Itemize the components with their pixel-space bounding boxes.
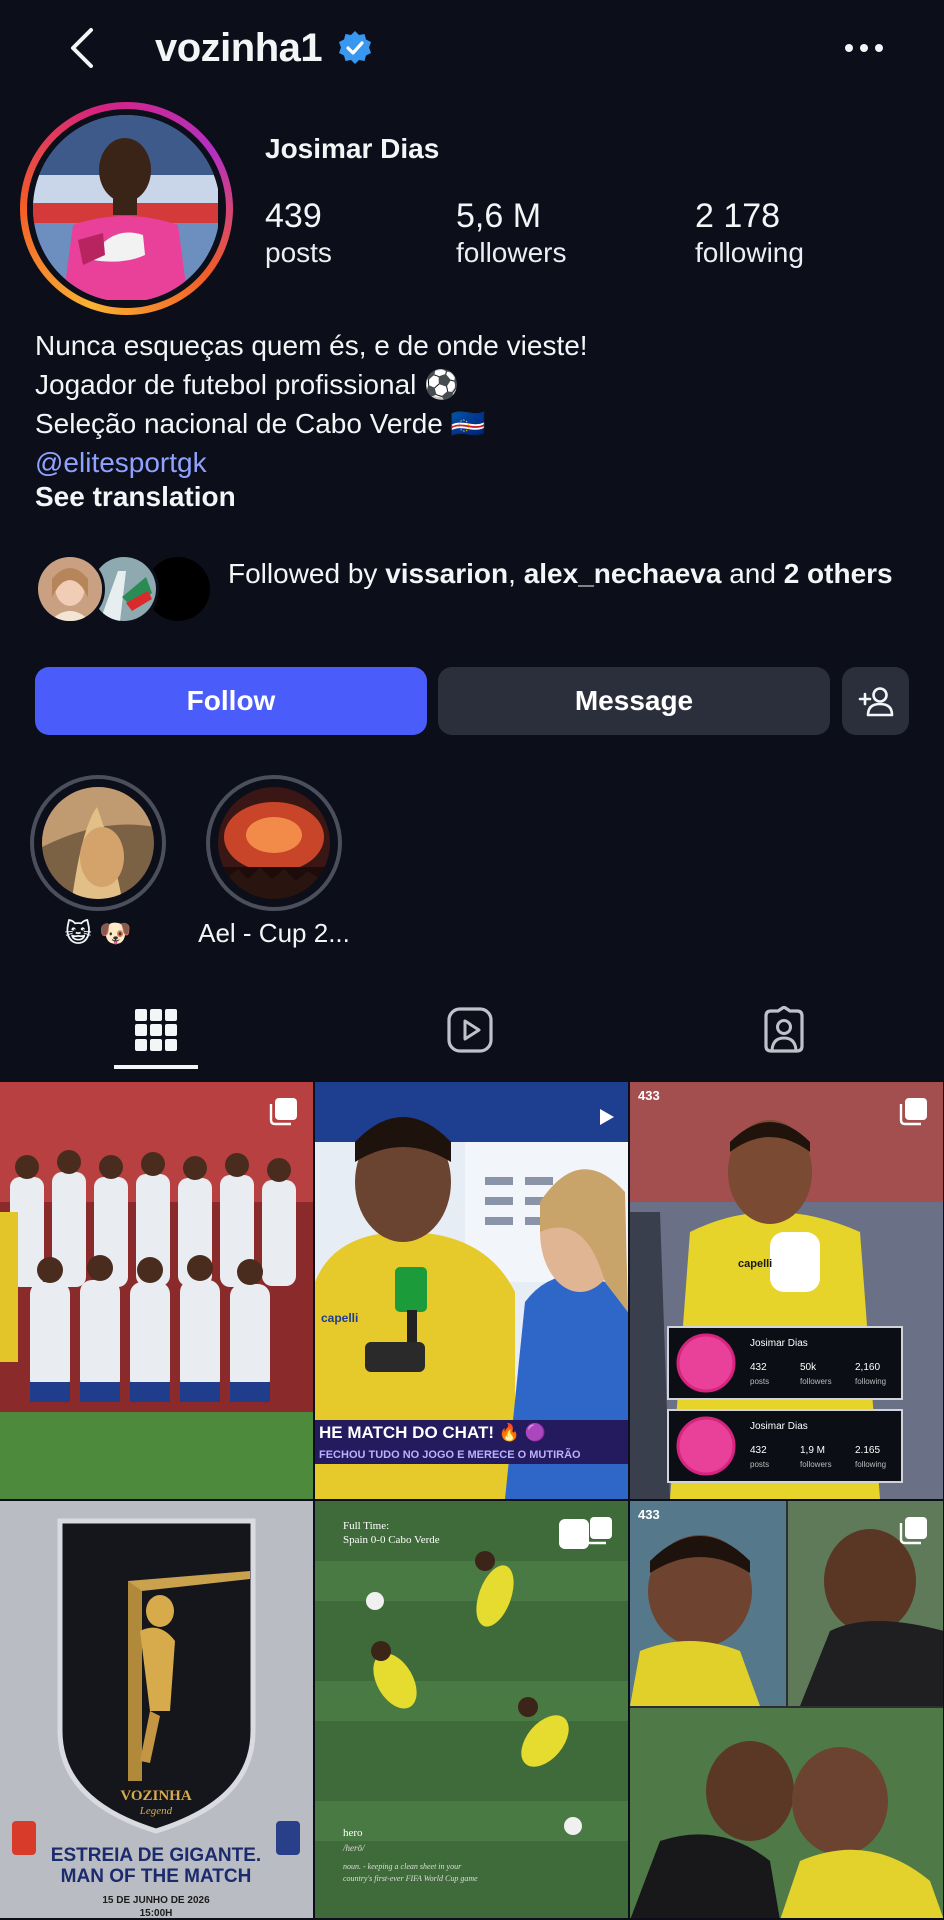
profile-avatar-story-ring[interactable] [20,102,233,315]
bio-mention-link[interactable]: @elitesportgk [35,443,588,482]
post-thumbnail[interactable]: 433 capelli Josimar Dias 432 50k 2,160 p… [630,1082,943,1499]
mutual-followers-others[interactable]: 2 others [784,558,893,589]
card-label: posts [750,1460,769,1469]
verified-badge-icon [339,31,371,64]
poster-subtitle: MAN OF THE MATCH [61,1866,252,1887]
profile-bio: Nunca esqueças quem és, e de onde vieste… [35,326,588,482]
card-posts: 432 [750,1445,767,1456]
follower-avatar [35,554,105,624]
posts-count: 439 [265,197,322,235]
stats-card: Josimar Dias 432 50k 2,160 posts followe… [667,1326,903,1400]
bio-line: Jogador de futebol profissional ⚽ [35,369,460,400]
card-following: 2,160 [855,1362,880,1373]
card-posts: 432 [750,1362,767,1373]
ellipsis-icon [845,44,883,52]
poster-title: ESTREIA DE GIGANTE. [51,1845,261,1866]
following-count: 2 178 [695,197,781,235]
followed-by-and: and [721,558,784,589]
poster-date: 15 DE JUNHO DE 2026 [102,1895,210,1906]
followed-by-separator: , [508,558,524,589]
mutual-follower-name[interactable]: alex_nechaeva [524,558,722,589]
post-thumbnail[interactable]: HE MATCH DO CHAT! 🔥 🟣 FECHOU TUDO NO JOG… [315,1082,628,1499]
poster-line: Spain 0-0 Cabo Verde [343,1534,440,1546]
profile-display-name: Josimar Dias [265,133,440,164]
card-following: 2.165 [855,1445,880,1456]
tab-tagged[interactable] [724,990,844,1070]
posts-stat[interactable]: 439 posts [265,196,332,270]
card-label: followers [800,1377,832,1386]
followed-by-row[interactable]: Followed by vissarion, alex_nechaeva and… [35,554,915,644]
highlight-cover [218,787,330,899]
card-label: following [855,1377,886,1386]
suggested-users-button[interactable] [842,667,909,735]
following-stat[interactable]: 2 178 following [695,196,804,270]
posts-label: posts [265,237,332,268]
bio-line: Seleção nacional de Cabo Verde 🇨🇻 [35,408,486,439]
following-label: following [695,237,804,268]
follow-button[interactable]: Follow [35,667,427,735]
reels-icon [447,1007,493,1053]
followers-count: 5,6 M [456,197,542,235]
carousel-icon [269,1098,297,1126]
tab-reels[interactable] [410,990,530,1070]
post-thumbnail[interactable]: Full Time: Spain 0-0 Cabo Verde hero /he… [315,1501,628,1918]
card-followers: 50k [800,1362,817,1373]
followed-by-prefix: Followed by [228,558,386,589]
poster-word: hero [343,1827,363,1839]
post-caption: FECHOU TUDO NO JOGO E MERECE O MUTIRÃO [319,1448,581,1461]
carousel-icon [899,1517,927,1545]
card-name: Josimar Dias [750,1421,808,1432]
profile-content-tabs [0,990,944,1080]
story-highlight[interactable]: 😺 🐶 [30,775,166,948]
top-bar: vozinha1 [0,0,944,96]
carousel-icon [899,1098,927,1126]
highlight-label: Ael - Cup 2... [198,918,350,948]
poster-badge-sub: Legend [139,1805,173,1817]
poster-phonetic: /herō/ [342,1843,366,1853]
more-options-button[interactable] [836,26,892,70]
post-thumbnail[interactable] [0,1082,313,1499]
back-button[interactable] [56,22,108,74]
message-button[interactable]: Message [438,667,830,735]
story-highlight[interactable]: Ael - Cup 2... [198,775,350,948]
followed-by-text: Followed by vissarion, alex_nechaeva and… [228,554,908,593]
active-tab-indicator [114,1065,198,1069]
post-thumbnail[interactable]: VOZINHA Legend ESTREIA DE GIGANTE. MAN O… [0,1501,313,1918]
post-logo: capelli [321,1311,358,1325]
grid-icon [135,1009,177,1051]
post-logo: capelli [738,1258,772,1270]
chevron-left-icon [71,28,93,68]
post-corner-logo: 433 [638,1088,660,1103]
followers-label: followers [456,237,567,268]
tagged-icon [764,1006,804,1053]
followers-stat[interactable]: 5,6 M followers [456,196,566,270]
add-user-icon [858,687,893,717]
poster-definition: country's first-ever FIFA World Cup game [343,1874,478,1883]
card-followers: 1,9 M [800,1445,825,1456]
poster-badge: VOZINHA [120,1788,192,1804]
poster-line: Full Time: [343,1520,389,1532]
tab-posts[interactable] [96,990,216,1070]
see-translation-link[interactable]: See translation [35,481,236,513]
card-label: followers [800,1460,832,1469]
carousel-icon [584,1517,612,1545]
avatar [33,115,220,302]
profile-username: vozinha1 [155,26,323,70]
highlight-cover [42,787,154,899]
card-name: Josimar Dias [750,1338,808,1349]
poster-time: 15:00H [140,1908,173,1918]
posts-grid: HE MATCH DO CHAT! 🔥 🟣 FECHOU TUDO NO JOG… [0,1082,944,1920]
post-caption: HE MATCH DO CHAT! 🔥 🟣 [319,1422,546,1442]
poster-definition: noun. - keeping a clean sheet in your [343,1862,462,1871]
card-label: posts [750,1377,769,1386]
bio-line: Nunca esqueças quem és, e de onde vieste… [35,330,588,361]
stats-card: Josimar Dias 432 1,9 M 2.165 posts follo… [667,1409,903,1483]
post-corner-logo: 433 [638,1507,660,1522]
post-thumbnail[interactable]: 433 [630,1501,943,1918]
card-label: following [855,1460,886,1469]
mutual-follower-name[interactable]: vissarion [385,558,508,589]
